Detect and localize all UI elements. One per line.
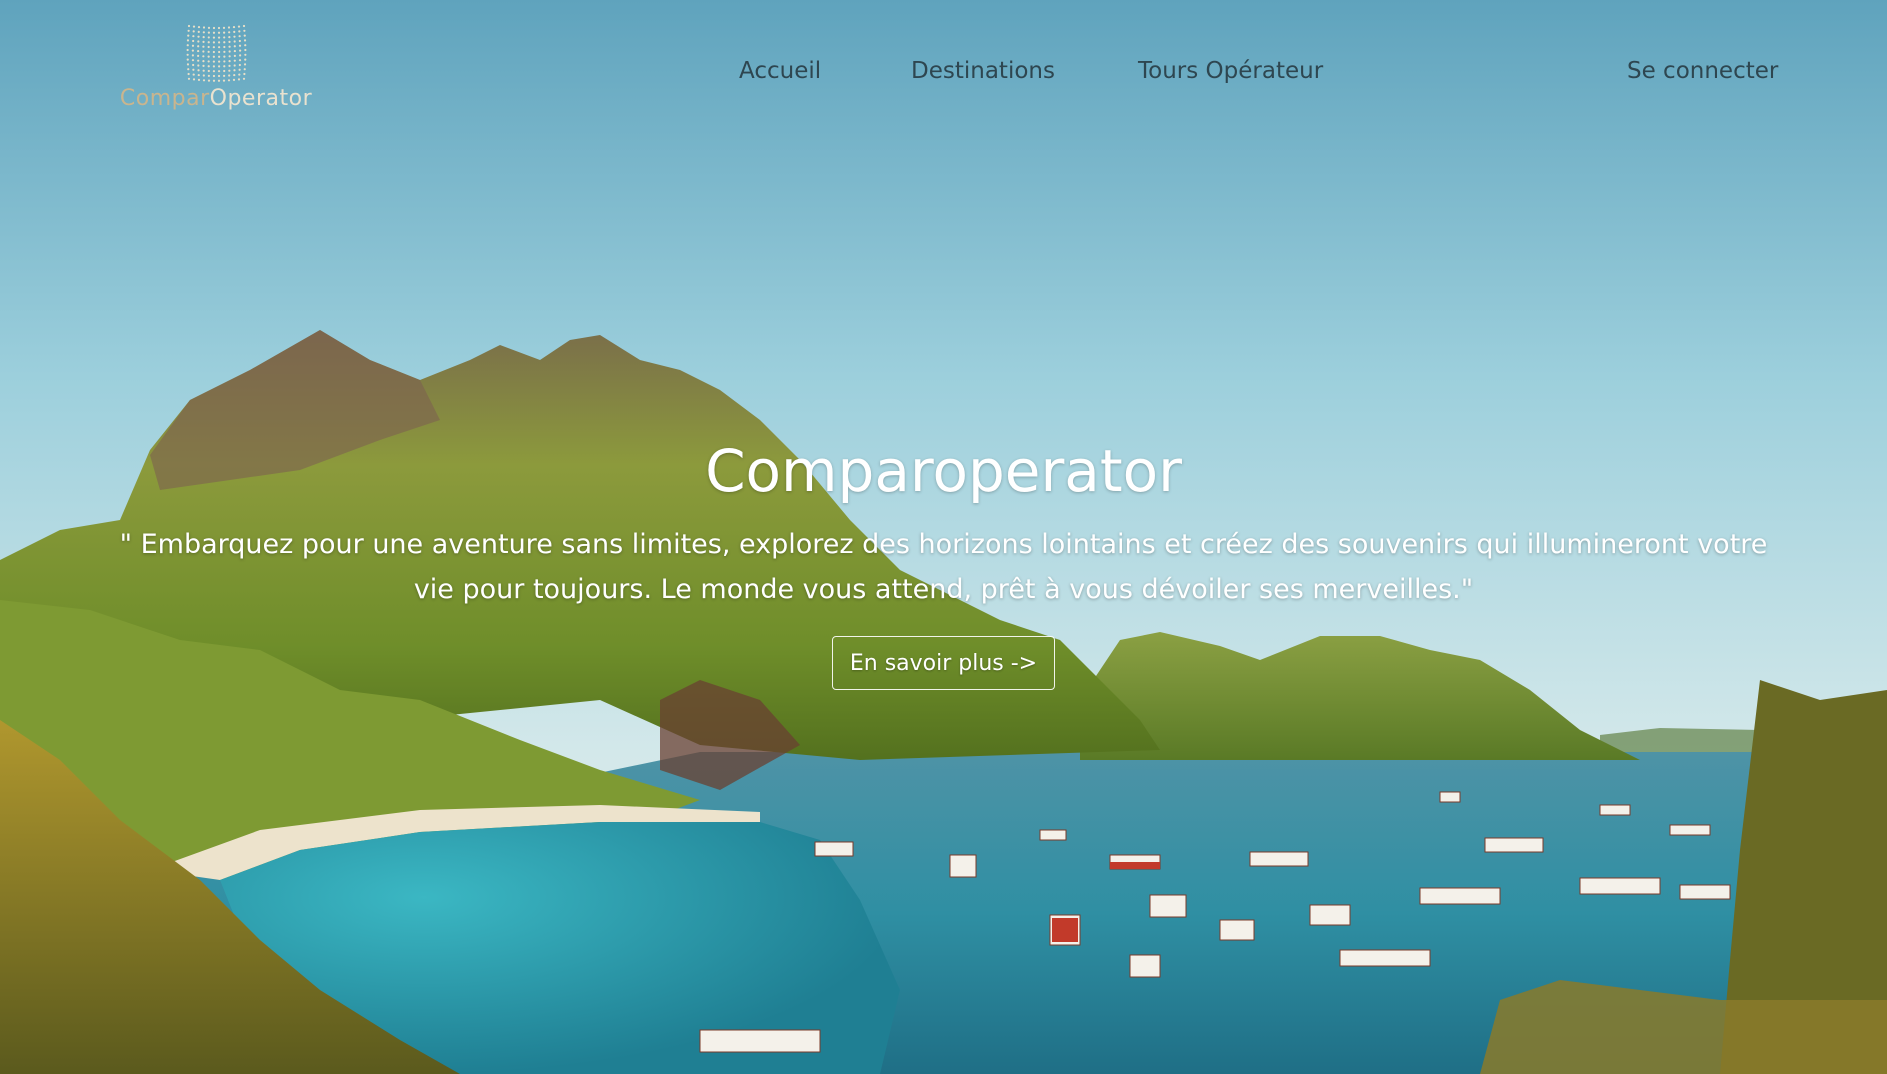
hero-title: Comparoperator xyxy=(705,437,1182,505)
top-navigation-bar: ComparOperator Accueil Destinations Tour… xyxy=(0,0,1887,150)
nav-link-tours-operateur[interactable]: Tours Opérateur xyxy=(1138,58,1323,84)
learn-more-button[interactable]: En savoir plus -> xyxy=(831,636,1056,690)
nav-link-destinations[interactable]: Destinations xyxy=(911,58,1055,84)
main-nav: Accueil Destinations Tours Opérateur Se … xyxy=(0,58,1887,92)
hero-quote: " Embarquez pour une aventure sans limit… xyxy=(119,529,1768,605)
login-link[interactable]: Se connecter xyxy=(1627,58,1778,84)
hero-section: ComparOperator Accueil Destinations Tour… xyxy=(0,0,1887,1074)
hero-content: Comparoperator " Embarquez pour une aven… xyxy=(0,436,1887,690)
nav-link-accueil[interactable]: Accueil xyxy=(739,58,821,84)
